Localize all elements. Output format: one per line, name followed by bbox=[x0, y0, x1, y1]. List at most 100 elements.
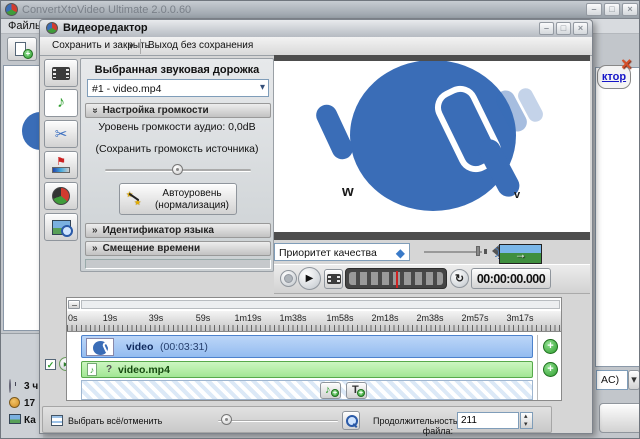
autolevel-label-2: (нормализация) bbox=[150, 200, 234, 211]
add-text-track-button[interactable]: T + bbox=[346, 382, 367, 399]
select-all-button[interactable]: Выбрать всё/отменить bbox=[68, 416, 162, 426]
letterbox-bottom bbox=[274, 232, 590, 240]
video-thumbnail bbox=[86, 338, 114, 356]
file-list-panel[interactable] bbox=[3, 65, 43, 331]
timeline-scroll-button[interactable] bbox=[68, 300, 80, 309]
music-note-icon: ♪ bbox=[325, 384, 331, 396]
logo-letter-w: w bbox=[342, 183, 354, 200]
menu-files[interactable]: Файлы bbox=[8, 20, 43, 32]
add-video-button[interactable]: + bbox=[543, 339, 558, 354]
timeline-scrollbar[interactable] bbox=[81, 300, 560, 309]
chevron-down-icon[interactable]: ▾ bbox=[628, 370, 640, 390]
tab-chapters[interactable]: ⚑ bbox=[44, 151, 78, 179]
zoom-slider-thumb[interactable] bbox=[221, 414, 232, 425]
tab-audio-settings[interactable]: ♪ bbox=[44, 89, 78, 117]
section-offset-label: Смещение времени bbox=[103, 243, 201, 254]
section-language[interactable]: » Идентификатор языка bbox=[85, 223, 271, 238]
maximize-icon[interactable]: □ bbox=[604, 3, 620, 16]
ruler-tick: 2m38s bbox=[410, 313, 450, 323]
seek-bar[interactable] bbox=[345, 268, 447, 289]
app-title: ConvertXtoVideo Ultimate 2.0.0.60 bbox=[22, 4, 191, 16]
volume-slider-thumb[interactable] bbox=[172, 164, 183, 175]
empty-track-area[interactable]: ♪ + T + bbox=[81, 380, 533, 400]
dialog-bottom-bar: Выбрать всё/отменить Продолжительность ф… bbox=[42, 406, 552, 433]
audio-format-value: AC) bbox=[601, 374, 619, 386]
app-icon bbox=[5, 3, 18, 16]
right-panel bbox=[595, 67, 640, 367]
music-note-icon: ♪ bbox=[87, 363, 97, 376]
audio-track[interactable]: ♪ ? video.mp4 bbox=[81, 361, 533, 378]
preview-image-icon bbox=[52, 220, 71, 235]
bottom-right-button[interactable] bbox=[599, 403, 640, 433]
plus-icon: + bbox=[23, 49, 33, 59]
duration-spinner[interactable]: ▴ ▾ bbox=[520, 412, 533, 429]
player-volume-track[interactable] bbox=[424, 251, 482, 253]
ruler-tick: 1m58s bbox=[320, 313, 360, 323]
tab-video-settings[interactable] bbox=[44, 59, 78, 87]
file-info-panel: 3 ч 17 Ка bbox=[1, 333, 43, 439]
save-close-button[interactable]: Сохранить и закрыть bbox=[52, 40, 150, 51]
audio-format-select[interactable]: AC) bbox=[596, 370, 628, 390]
playhead[interactable] bbox=[396, 271, 398, 288]
loop-button[interactable]: ↻ bbox=[450, 269, 469, 288]
save-dropdown-icon[interactable]: ▾ bbox=[129, 41, 134, 52]
video-track-duration: (00:03:31) bbox=[160, 341, 208, 353]
track-checkbox[interactable]: ✓ bbox=[45, 359, 56, 370]
dialog-maximize-icon[interactable]: □ bbox=[556, 22, 571, 35]
volume-hint-text: (Сохранить громоксть источника) bbox=[81, 143, 273, 155]
ruler-tick: 3m17s bbox=[500, 313, 540, 323]
ruler-tick: 59s bbox=[183, 313, 223, 323]
player-volume-thumb[interactable] bbox=[476, 246, 480, 256]
quality-select[interactable]: Приоритет качества ◆ bbox=[274, 243, 410, 261]
tab-cut[interactable]: ✂ bbox=[44, 120, 78, 148]
language-badge: ? bbox=[106, 364, 112, 375]
add-file-button[interactable]: + bbox=[7, 37, 37, 61]
tab-color[interactable] bbox=[44, 182, 78, 210]
quality-select-value: Приоритет качества bbox=[279, 247, 377, 259]
duration-input[interactable] bbox=[457, 412, 519, 429]
duration-label: Продолжительность файла: bbox=[373, 416, 453, 436]
close-icon[interactable]: × bbox=[622, 3, 638, 16]
record-icon bbox=[284, 274, 293, 283]
section-volume-label: Настройка громкости bbox=[103, 105, 209, 116]
spinner-down-icon[interactable]: ▾ bbox=[524, 420, 528, 428]
section-offset[interactable]: » Смещение времени bbox=[85, 241, 271, 256]
frame-step-button[interactable] bbox=[324, 269, 343, 289]
record-button[interactable] bbox=[280, 270, 297, 287]
audio-settings-panel: Выбранная звуковая дорожка #1 - video.mp… bbox=[80, 58, 274, 272]
flag-icon: ⚑ bbox=[56, 157, 66, 167]
ruler-tick: 2m18s bbox=[365, 313, 405, 323]
play-icon: ▶ bbox=[306, 273, 314, 284]
tab-preview[interactable] bbox=[44, 213, 78, 241]
ruler-tick: 2m57s bbox=[455, 313, 495, 323]
file-duration-label: 3 ч bbox=[24, 381, 38, 392]
toolbar-divider bbox=[140, 39, 141, 54]
chevron-down-icon: ▾ bbox=[260, 82, 265, 93]
dialog-close-icon[interactable]: × bbox=[573, 22, 588, 35]
export-frame-button[interactable]: → bbox=[499, 244, 542, 264]
scissors-icon: ✂ bbox=[55, 125, 68, 143]
exit-no-save-button[interactable]: Выход без сохранения bbox=[148, 40, 253, 51]
panel-footer bbox=[85, 259, 271, 269]
zoom-button[interactable] bbox=[342, 411, 360, 430]
add-audio-button[interactable]: + bbox=[543, 362, 558, 377]
remove-icon[interactable]: × bbox=[621, 54, 632, 75]
add-audio-track-button[interactable]: ♪ + bbox=[320, 382, 341, 399]
autolevel-button[interactable]: ★ ★ Автоуровень (нормализация) bbox=[119, 183, 237, 215]
play-button[interactable]: ▶ bbox=[298, 267, 321, 290]
chevron-expand-icon: » bbox=[89, 108, 100, 114]
ruler-tick: 0s bbox=[68, 313, 88, 323]
chevron-collapsed-icon: » bbox=[92, 243, 98, 254]
track-select[interactable]: #1 - video.mp4 ▾ bbox=[87, 79, 269, 97]
film-icon bbox=[52, 67, 70, 80]
spinner-up-icon[interactable]: ▴ bbox=[524, 412, 528, 420]
zoom-slider-track[interactable] bbox=[218, 420, 338, 422]
timeline-ruler[interactable]: 0s 19s 39s 59s 1m19s 1m38s 1m58s 2m18s 2… bbox=[67, 311, 561, 332]
main-titlebar: ConvertXtoVideo Ultimate 2.0.0.60 – □ × bbox=[1, 1, 640, 19]
minimize-icon[interactable]: – bbox=[586, 3, 602, 16]
dialog-icon bbox=[46, 22, 58, 34]
section-volume[interactable]: » Настройка громкости bbox=[85, 103, 271, 118]
dialog-minimize-icon[interactable]: – bbox=[539, 22, 554, 35]
logo-letter-v: v bbox=[514, 189, 520, 201]
video-track[interactable]: video (00:03:31) bbox=[81, 335, 533, 358]
